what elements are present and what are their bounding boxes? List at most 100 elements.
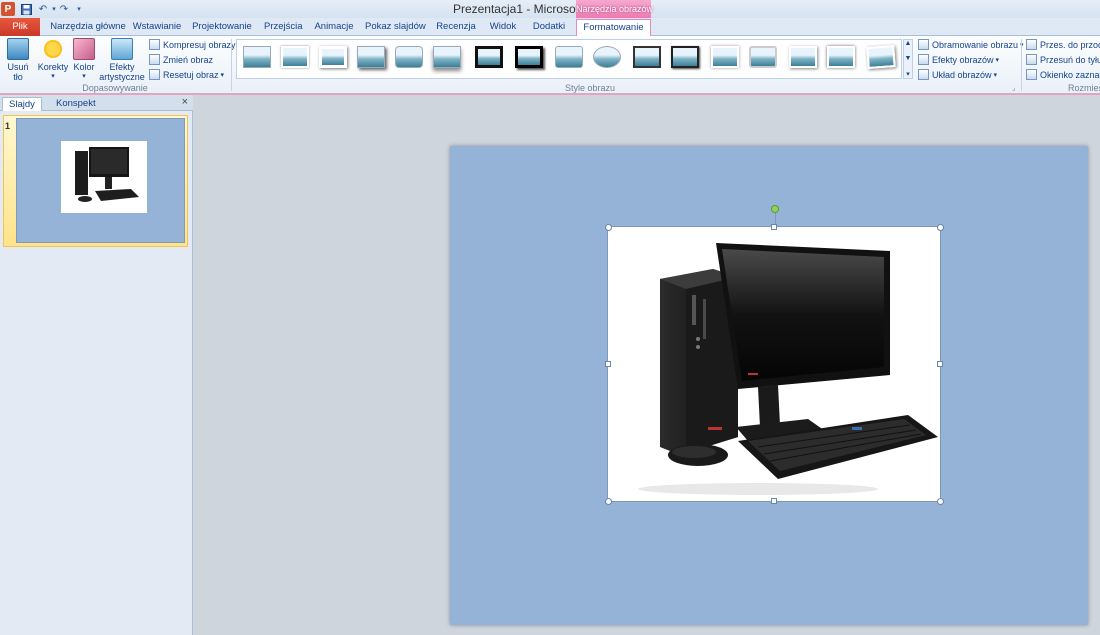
bring-forward-button[interactable]: Przes. do przodu bbox=[1026, 39, 1100, 50]
slide-thumbnail[interactable] bbox=[16, 118, 185, 243]
reset-dropdown-icon: ▾ bbox=[220, 71, 225, 79]
handle-top[interactable] bbox=[771, 224, 777, 230]
send-backward-label: Przesuń do tyłu bbox=[1040, 54, 1100, 65]
handle-top-right[interactable] bbox=[937, 224, 944, 231]
gallery-scroll[interactable]: ▲ ▼ ▾ bbox=[903, 39, 913, 79]
styles-dialog-launcher-icon[interactable]: ⌟ bbox=[1012, 84, 1015, 92]
color-label: Kolor bbox=[73, 62, 95, 72]
picture-style-9[interactable] bbox=[555, 46, 583, 68]
picture-style-1[interactable] bbox=[243, 46, 271, 68]
group-separator bbox=[231, 39, 232, 91]
powerpoint-window: P ↶ ▾ ↷ ▾ Prezentacja1 - Microsoft Power… bbox=[0, 0, 1100, 635]
handle-top-left[interactable] bbox=[605, 224, 612, 231]
ribbon-tabs: Plik Narzędzia główne Wstawianie Projekt… bbox=[0, 18, 1100, 37]
tab-review[interactable]: Recenzja bbox=[436, 19, 476, 36]
tab-slideshow[interactable]: Pokaz slajdów bbox=[365, 19, 426, 36]
send-backward-button[interactable]: Przesuń do tyłu bbox=[1026, 54, 1100, 65]
send-backward-icon bbox=[1026, 54, 1037, 65]
picture-style-11[interactable] bbox=[633, 46, 661, 68]
tab-addins[interactable]: Dodatki bbox=[530, 19, 568, 36]
picture-border-button[interactable]: Obramowanie obrazu ▾ bbox=[918, 39, 1024, 50]
selection-pane-icon bbox=[1026, 69, 1037, 80]
picture-layout-label: Układ obrazów bbox=[932, 69, 992, 80]
computer-image bbox=[638, 243, 938, 495]
tab-design[interactable]: Projektowanie bbox=[192, 19, 252, 36]
context-group-picture-tools: Narzędzia obrazów bbox=[576, 0, 653, 18]
remove-background-icon bbox=[7, 38, 29, 60]
remove-background-label-2: tło bbox=[13, 72, 23, 82]
picture-style-14[interactable] bbox=[749, 46, 777, 68]
artistic-effects-button[interactable]: Efekty artystyczne bbox=[98, 38, 146, 82]
sun-icon bbox=[42, 38, 64, 60]
artistic-effects-label-1: Efekty bbox=[109, 62, 135, 72]
picture-effects-dropdown-icon: ▾ bbox=[995, 56, 1000, 64]
picture-style-5[interactable] bbox=[395, 46, 423, 68]
artistic-effects-icon bbox=[111, 38, 133, 60]
tab-transitions[interactable]: Przejścia bbox=[264, 19, 303, 36]
selection-pane-label: Okienko zaznacz bbox=[1040, 69, 1100, 80]
picture-style-15[interactable] bbox=[789, 46, 817, 68]
gallery-up-icon[interactable]: ▲ bbox=[904, 40, 912, 47]
group-separator-2 bbox=[1021, 39, 1022, 91]
reset-picture-button[interactable]: Resetuj obraz ▾ bbox=[149, 69, 224, 80]
color-button[interactable]: Kolor ▾ bbox=[70, 38, 98, 82]
ribbon: Usuń tło Korekty ▾ Kolor ▾ Efekty artyst… bbox=[0, 36, 1100, 95]
picture-layout-icon bbox=[918, 69, 929, 80]
tab-insert[interactable]: Wstawianie bbox=[132, 19, 182, 36]
reset-picture-label: Resetuj obraz bbox=[163, 69, 219, 80]
change-picture-label: Zmień obraz bbox=[163, 54, 214, 65]
picture-style-16[interactable] bbox=[827, 46, 855, 68]
handle-right[interactable] bbox=[937, 361, 943, 367]
tab-animations[interactable]: Animacje bbox=[313, 19, 355, 36]
picture-style-4[interactable] bbox=[357, 46, 385, 68]
corrections-button[interactable]: Korekty ▾ bbox=[37, 38, 69, 82]
remove-background-button[interactable]: Usuń tło bbox=[4, 38, 32, 82]
gallery-more-icon[interactable]: ▾ bbox=[904, 70, 912, 78]
picture-style-6[interactable] bbox=[433, 46, 461, 68]
handle-left[interactable] bbox=[605, 361, 611, 367]
handle-bottom-right[interactable] bbox=[937, 498, 944, 505]
tab-home[interactable]: Narzędzia główne bbox=[49, 19, 127, 36]
tab-outline[interactable]: Konspekt bbox=[50, 97, 102, 111]
bring-forward-icon bbox=[1026, 39, 1037, 50]
picture-style-10[interactable] bbox=[593, 46, 621, 68]
tab-slides[interactable]: Slajdy bbox=[2, 97, 42, 111]
compress-label: Kompresuj obrazy bbox=[163, 39, 236, 50]
selected-picture-computer[interactable] bbox=[607, 226, 941, 502]
remove-background-label-1: Usuń bbox=[7, 62, 29, 72]
group-label-styles: Style obrazu bbox=[564, 83, 616, 93]
compress-pictures-button[interactable]: Kompresuj obrazy bbox=[149, 39, 236, 50]
change-picture-button[interactable]: Zmień obraz bbox=[149, 54, 213, 65]
picture-style-3[interactable] bbox=[319, 46, 347, 68]
handle-bottom[interactable] bbox=[771, 498, 777, 504]
picture-style-13[interactable] bbox=[711, 46, 739, 68]
picture-style-7[interactable] bbox=[475, 46, 503, 68]
slides-panel: Slajdy Konspekt × 1 bbox=[0, 95, 193, 635]
color-dropdown-icon: ▾ bbox=[82, 73, 86, 80]
close-panel-icon[interactable]: × bbox=[182, 96, 188, 108]
picture-style-12[interactable] bbox=[671, 46, 699, 68]
tab-file[interactable]: Plik bbox=[0, 18, 40, 36]
title-bar: P ↶ ▾ ↷ ▾ Prezentacja1 - Microsoft Power… bbox=[0, 0, 1100, 18]
corrections-label: Korekty bbox=[37, 62, 69, 72]
window-title: Prezentacja1 - Microsoft PowerPoint bbox=[452, 2, 648, 16]
picture-style-8[interactable] bbox=[515, 46, 543, 68]
picture-effects-button[interactable]: Efekty obrazów ▾ bbox=[918, 54, 999, 65]
picture-border-label: Obramowanie obrazu bbox=[932, 39, 1019, 50]
tab-view[interactable]: Widok bbox=[488, 19, 518, 36]
compress-icon bbox=[149, 39, 160, 50]
tab-format[interactable]: Formatowanie bbox=[576, 19, 651, 37]
picture-style-17[interactable] bbox=[866, 45, 896, 69]
picture-layout-dropdown-icon: ▾ bbox=[993, 71, 998, 79]
picture-style-2[interactable] bbox=[281, 46, 309, 68]
picture-effects-label: Efekty obrazów bbox=[932, 54, 994, 65]
slide-canvas[interactable] bbox=[450, 146, 1088, 625]
gallery-down-icon[interactable]: ▼ bbox=[904, 55, 912, 62]
selection-pane-button[interactable]: Okienko zaznacz bbox=[1026, 69, 1100, 80]
picture-styles-gallery bbox=[236, 39, 902, 79]
handle-bottom-left[interactable] bbox=[605, 498, 612, 505]
rotate-handle[interactable] bbox=[771, 205, 779, 213]
group-label-arrange: Rozmies bbox=[1068, 83, 1100, 93]
picture-layout-button[interactable]: Układ obrazów ▾ bbox=[918, 69, 997, 80]
change-picture-icon bbox=[149, 54, 160, 65]
